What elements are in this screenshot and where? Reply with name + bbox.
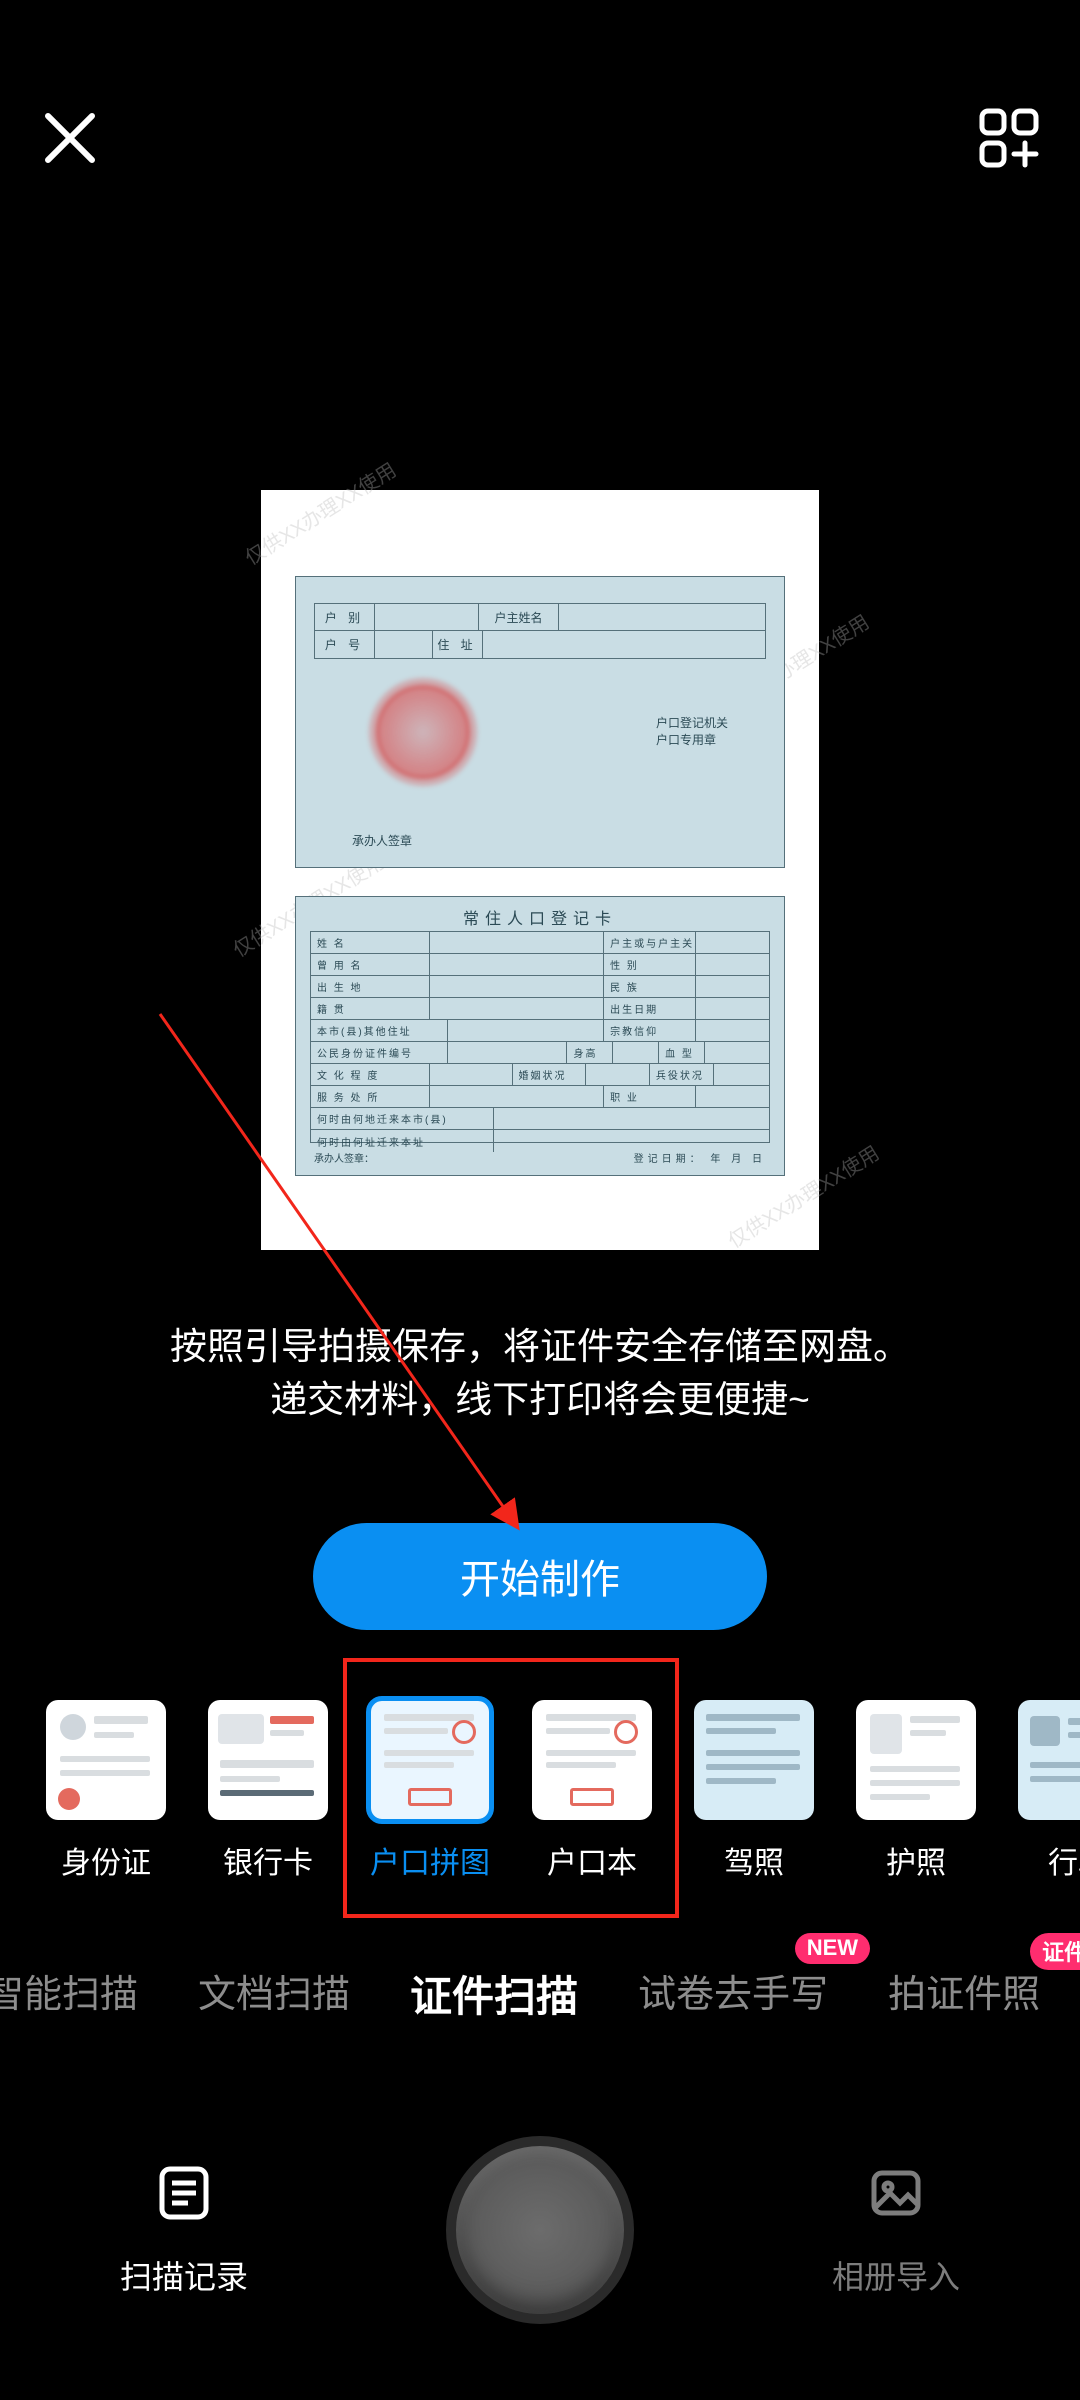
doc-type-label: 护照 [886, 1838, 946, 1882]
doc-type-bankcard[interactable]: 银行卡 [208, 1700, 328, 1882]
field-cell [696, 932, 769, 953]
grid-add-icon[interactable] [978, 107, 1040, 174]
doc-type-thumb [370, 1700, 490, 1820]
doc-type-label: 驾照 [724, 1838, 784, 1882]
field-cell: 民 族 [604, 976, 696, 997]
badge: NEW [795, 1933, 870, 1964]
field-cell [696, 1086, 769, 1107]
doc-type-hukou-collage[interactable]: 户口拼图 [370, 1700, 490, 1882]
doc-type-thumb [532, 1700, 652, 1820]
field-cell: 出 生 地 [311, 976, 430, 997]
badge: 证件 [1030, 1933, 1080, 1970]
mode-tab-smart[interactable]: 智能扫描 [0, 1963, 138, 2024]
field-cell [430, 1086, 604, 1107]
doc-type-label: 行驶 [1048, 1838, 1080, 1882]
hukou-bottom-card: 常住人口登记卡 姓 名 户主或与户主关系曾 用 名 性 别出 生 地 民 族籍 贯 出生… [295, 896, 785, 1176]
doc-type-passport[interactable]: 护照 [856, 1700, 976, 1882]
field-cell [696, 976, 769, 997]
field-cell: 文 化 程 度 [311, 1064, 430, 1085]
field-cell [494, 1108, 769, 1129]
hukou-top-card: 户 别 户主姓名 户 号 住 址 户口登记机关 户口专用章 承办人签章 [295, 576, 785, 868]
foot-right: 登记日期： 年 月 日 [634, 1150, 766, 1165]
hint-text: 按照引导拍摄保存，将证件安全存储至网盘。 递交材料，线下打印将会更便捷~ [130, 1320, 950, 1427]
field-cell [430, 976, 604, 997]
field-cell: 服 务 处 所 [311, 1086, 430, 1107]
field-cell: 出生日期 [604, 998, 696, 1019]
field-cell: 户主或与户主关系 [604, 932, 696, 953]
doc-type-vehicle[interactable]: 行驶 [1018, 1700, 1080, 1882]
field-cell [696, 1020, 769, 1041]
field-cell: 曾 用 名 [311, 954, 430, 975]
doc-type-label: 户口拼图 [370, 1838, 490, 1882]
shutter-button[interactable] [446, 2136, 634, 2324]
mode-tab-photo[interactable]: 拍证件照证件 [888, 1963, 1040, 2024]
field-cell [494, 1130, 769, 1152]
field-cell: 性 别 [604, 954, 696, 975]
red-seal [368, 677, 478, 787]
field-cell: 身高 [567, 1042, 613, 1063]
doc-type-thumb [1018, 1700, 1080, 1820]
field-label: 住 址 [433, 631, 483, 658]
field-cell: 婚姻状况 [513, 1064, 586, 1085]
doc-type-label: 身份证 [61, 1838, 151, 1882]
field-cell [448, 1042, 567, 1063]
field-cell: 籍 贯 [311, 998, 430, 1019]
field-cell [696, 954, 769, 975]
doc-type-label: 银行卡 [223, 1838, 313, 1882]
mode-tab-doc[interactable]: 文档扫描 [198, 1963, 350, 2024]
document-preview: 仅供XX办理XX使用 仅供XX办理XX使用 仅供XX办理XX使用 仅供XX办理X… [261, 490, 819, 1250]
field-label: 户 别 [315, 604, 375, 630]
doc-type-thumb [208, 1700, 328, 1820]
field-cell: 兵役状况 [650, 1064, 714, 1085]
field-label: 户主姓名 [479, 604, 559, 630]
field-cell: 公民身份证件编号 [311, 1042, 448, 1063]
doc-type-label: 户口本 [547, 1838, 637, 1882]
field-cell [714, 1064, 769, 1085]
scan-mode-tabs[interactable]: 智能扫描文档扫描证件扫描试卷去手写NEW 拍证件照证件 [0, 1948, 1080, 2038]
header [0, 70, 1080, 210]
field-cell [430, 1064, 512, 1085]
doc-type-thumb [694, 1700, 814, 1820]
gallery-icon [866, 2163, 926, 2228]
field-cell [696, 998, 769, 1019]
doc-type-driver[interactable]: 驾照 [694, 1700, 814, 1882]
doc-type-idcard[interactable]: 身份证 [46, 1700, 166, 1882]
watermark: 仅供XX办理XX使用 [238, 454, 400, 570]
field-cell [448, 1020, 604, 1041]
list-icon [154, 2163, 214, 2228]
field-cell: 职 业 [604, 1086, 696, 1107]
field-cell: 何时由何地迁来本市(县) [311, 1108, 494, 1129]
field-cell: 宗教信仰 [604, 1020, 696, 1041]
card-title: 常住人口登记卡 [296, 897, 784, 933]
field-label: 户 号 [315, 631, 375, 658]
close-icon[interactable] [40, 108, 100, 173]
field-cell [705, 1042, 769, 1063]
foot-left: 承办人签章： [314, 1150, 374, 1165]
authority-label: 户口登记机关 户口专用章 [656, 715, 728, 749]
field-cell [613, 1042, 659, 1063]
bottom-bar: 扫描记录 相册导入 [0, 2100, 1080, 2400]
field-cell: 血 型 [659, 1042, 705, 1063]
mode-tab-cert[interactable]: 证件扫描 [410, 1963, 578, 2024]
doc-type-thumb [856, 1700, 976, 1820]
field-cell: 姓 名 [311, 932, 430, 953]
mode-tab-exam[interactable]: 试卷去手写NEW [638, 1963, 828, 2024]
doc-type-hukou[interactable]: 户口本 [532, 1700, 652, 1882]
start-button[interactable]: 开始制作 [313, 1523, 767, 1630]
field-cell [430, 998, 604, 1019]
doc-type-thumb [46, 1700, 166, 1820]
field-cell: 何时由何址迁来本址 [311, 1130, 494, 1152]
field-cell [430, 954, 604, 975]
field-cell [430, 932, 604, 953]
scanner-screen: 仅供XX办理XX使用 仅供XX办理XX使用 仅供XX办理XX使用 仅供XX办理X… [0, 0, 1080, 2400]
doc-type-strip[interactable]: 身份证 银行卡 户口拼图 户口本 驾照 护照 行驶 [0, 1700, 1080, 1910]
status-bar [0, 0, 1080, 70]
preview-area: 仅供XX办理XX使用 仅供XX办理XX使用 仅供XX办理XX使用 仅供XX办理X… [0, 210, 1080, 1630]
import-from-album-button[interactable]: 相册导入 [832, 2163, 960, 2298]
scan-history-button[interactable]: 扫描记录 [120, 2163, 248, 2298]
sign-label: 承办人签章 [352, 832, 412, 849]
field-cell [586, 1064, 650, 1085]
field-cell: 本市(县)其他住址 [311, 1020, 448, 1041]
